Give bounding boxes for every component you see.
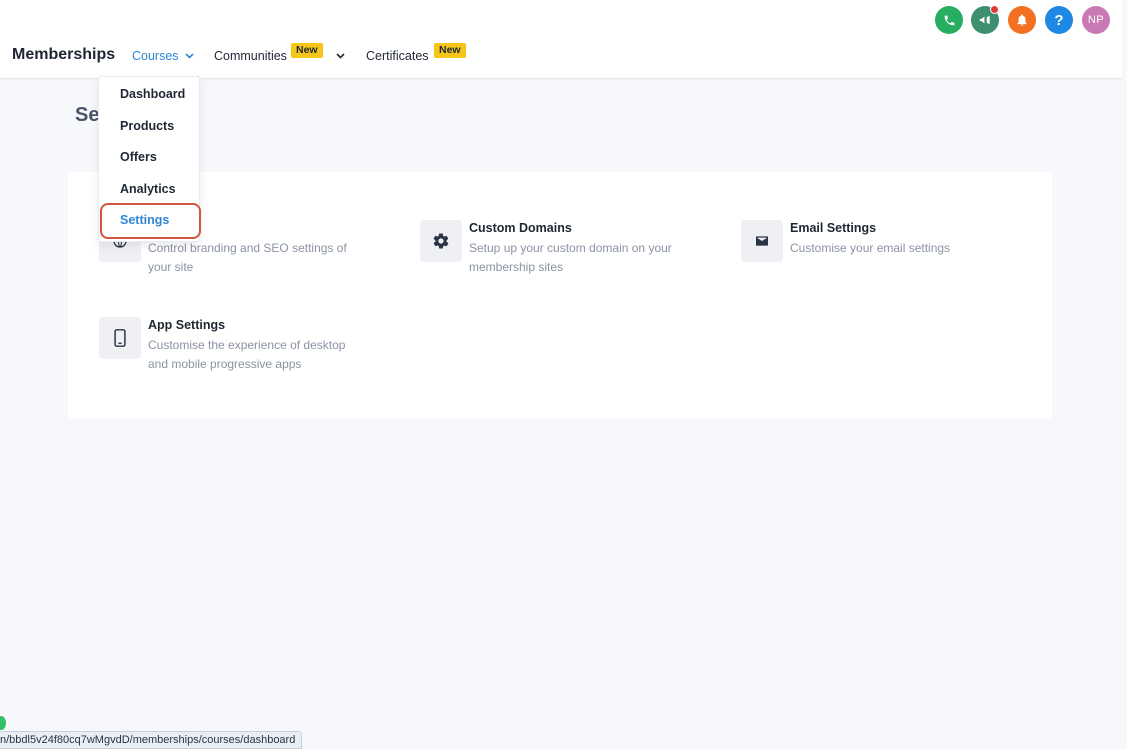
gear-icon: [420, 220, 462, 262]
nav-communities[interactable]: Communities: [214, 49, 287, 63]
chevron-down-icon: [184, 51, 194, 62]
tile-title: Email Settings: [790, 221, 877, 235]
page-title: Se: [75, 104, 100, 126]
menu-item-analytics[interactable]: Analytics: [120, 182, 176, 196]
tile-title: App Settings: [148, 318, 226, 332]
menu-item-products[interactable]: Products: [120, 119, 174, 133]
tile-description: Setup up your custom domain on your memb…: [469, 241, 672, 274]
tile-title: Custom Domains: [469, 221, 572, 235]
nav-communities-label: Communities: [214, 49, 287, 63]
top-navigation-bar: Memberships Courses Communities New Cert…: [0, 0, 1122, 79]
nav-courses-label: Courses: [132, 49, 179, 63]
new-badge: New: [291, 43, 323, 58]
menu-item-dashboard[interactable]: Dashboard: [120, 87, 185, 101]
avatar[interactable]: NP: [1082, 6, 1110, 34]
status-bar-url: n/bbdl5v24f80cq7wMgvdD/memberships/cours…: [0, 731, 303, 749]
nav-certificates[interactable]: Certificates: [366, 49, 429, 63]
nav-courses[interactable]: Courses: [132, 49, 194, 63]
tile-description: Control branding and SEO settings of you…: [148, 241, 347, 274]
settings-card: [68, 172, 1052, 418]
new-badge: New: [434, 43, 466, 58]
notification-dot: [990, 5, 999, 14]
bell-icon[interactable]: [1008, 6, 1036, 34]
envelope-icon: [741, 220, 783, 262]
tile-description: Customise your email settings: [790, 241, 951, 255]
status-indicator: [0, 716, 6, 730]
menu-item-offers[interactable]: Offers: [120, 150, 157, 164]
mobile-phone-icon: [99, 317, 141, 359]
phone-icon[interactable]: [935, 6, 963, 34]
chevron-down-icon[interactable]: [336, 50, 345, 62]
settings-highlight-outline: [100, 203, 201, 239]
help-icon[interactable]: ?: [1045, 6, 1073, 34]
nav-certificates-label: Certificates: [366, 49, 429, 63]
brand-title: Memberships: [12, 46, 116, 63]
tile-description: Customise the experience of desktop and …: [148, 338, 346, 371]
